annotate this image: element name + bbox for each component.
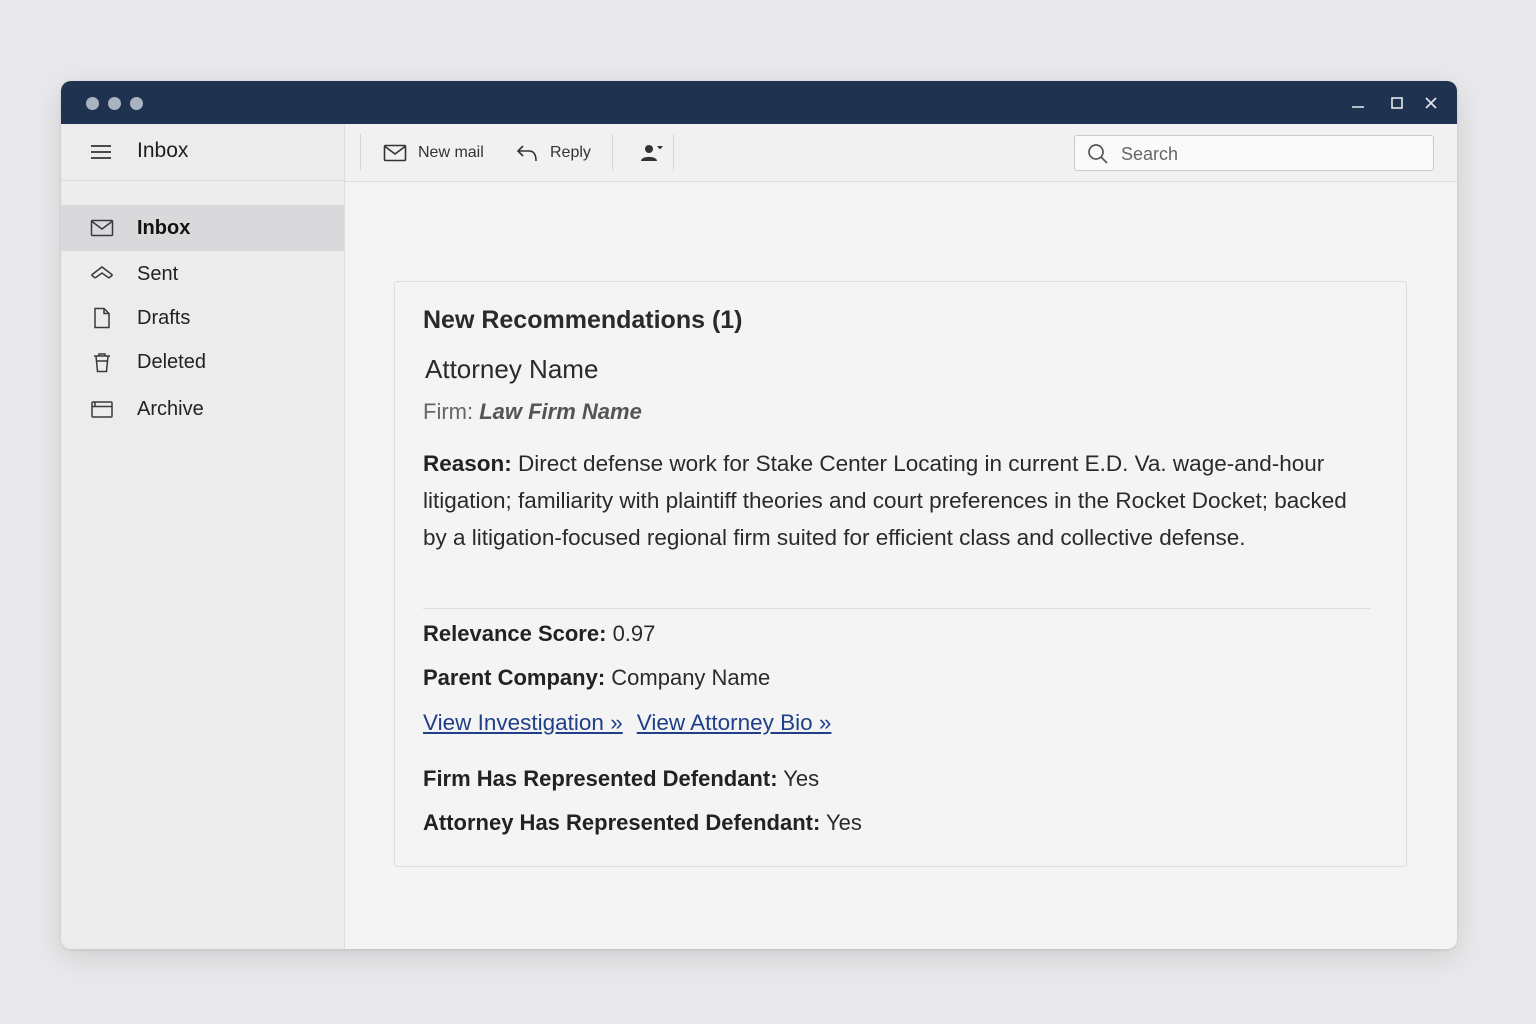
parent-label: Parent Company: [423, 665, 606, 690]
view-investigation-link[interactable]: View Investigation » [423, 710, 623, 736]
sidebar-item-label: Archive [137, 398, 204, 420]
sidebar-item-drafts[interactable]: Drafts [61, 295, 344, 341]
sidebar-header: Inbox [61, 124, 344, 181]
sidebar-item-label: Deleted [137, 351, 206, 373]
recommendation-card: New Recommendations (1) Attorney Name Fi… [394, 281, 1407, 867]
attorney-name: Attorney Name [425, 354, 599, 384]
sent-icon [90, 263, 114, 285]
new-mail-label: New mail [418, 143, 484, 161]
minimize-icon[interactable] [1347, 92, 1369, 114]
firm-line: Firm: Law Firm Name [423, 399, 642, 425]
person-dropdown-icon [641, 144, 663, 161]
trash-icon [90, 351, 114, 373]
relevance-label: Relevance Score: [423, 621, 607, 646]
new-mail-icon [383, 144, 407, 161]
toolbar-divider [673, 134, 674, 171]
mail-window: Inbox Inbox Sent Drafts Deleted Archive … [61, 81, 1457, 949]
view-attorney-bio-link[interactable]: View Attorney Bio » [637, 710, 832, 736]
sidebar-item-label: Drafts [137, 307, 191, 329]
reply-label: Reply [550, 143, 591, 161]
window-dot-icon[interactable] [108, 97, 121, 110]
search-input[interactable] [1119, 136, 1423, 172]
attorney-represented-defendant: Attorney Has Represented Defendant: Yes [423, 810, 862, 836]
relevance-value: 0.97 [612, 621, 656, 646]
reason-text: Direct defense work for Stake Center Loc… [423, 451, 1347, 550]
atty-rep-value: Yes [826, 810, 862, 835]
toolbar-divider [360, 134, 361, 171]
sidebar-item-label: Inbox [137, 217, 191, 239]
archive-icon [90, 398, 114, 420]
reason-label: Reason: [423, 451, 512, 476]
card-divider [423, 608, 1370, 609]
card-links: View Investigation » View Attorney Bio » [423, 710, 831, 736]
parent-company: Parent Company: Company Name [423, 665, 770, 691]
search-icon [1088, 144, 1108, 164]
firm-represented-defendant: Firm Has Represented Defendant: Yes [423, 766, 819, 792]
maximize-icon[interactable] [1386, 92, 1408, 114]
firm-rep-label: Firm Has Represented Defendant: [423, 766, 778, 791]
sidebar-item-deleted[interactable]: Deleted [61, 339, 344, 385]
contact-options-button[interactable] [639, 124, 665, 181]
envelope-icon [90, 217, 114, 239]
reason-paragraph: Reason: Direct defense work for Stake Ce… [423, 445, 1363, 556]
sidebar: Inbox Inbox Sent Drafts Deleted Archive [61, 124, 345, 949]
sidebar-title: Inbox [137, 139, 189, 162]
atty-rep-label: Attorney Has Represented Defendant: [423, 810, 821, 835]
window-dots [86, 97, 143, 110]
parent-value: Company Name [611, 665, 771, 690]
new-mail-button[interactable]: New mail [383, 124, 484, 181]
window-dot-icon[interactable] [86, 97, 99, 110]
document-icon [90, 307, 114, 329]
firm-label: Firm: [423, 399, 474, 424]
close-icon[interactable] [1420, 92, 1442, 114]
sidebar-item-sent[interactable]: Sent [61, 251, 344, 297]
firm-name: Law Firm Name [479, 399, 642, 424]
hamburger-menu-icon[interactable] [89, 142, 113, 162]
toolbar: New mail Reply [345, 124, 1457, 182]
firm-rep-value: Yes [783, 766, 820, 791]
sidebar-item-inbox[interactable]: Inbox [61, 205, 344, 251]
sidebar-item-archive[interactable]: Archive [61, 386, 344, 432]
search-box[interactable] [1074, 135, 1434, 172]
reply-button[interactable]: Reply [515, 124, 591, 181]
title-bar [61, 81, 1457, 124]
toolbar-divider [612, 134, 613, 171]
card-heading: New Recommendations (1) [423, 306, 743, 334]
window-dot-icon[interactable] [130, 97, 143, 110]
relevance-score: Relevance Score: 0.97 [423, 621, 655, 647]
sidebar-item-label: Sent [137, 263, 179, 285]
reply-icon [516, 144, 537, 161]
